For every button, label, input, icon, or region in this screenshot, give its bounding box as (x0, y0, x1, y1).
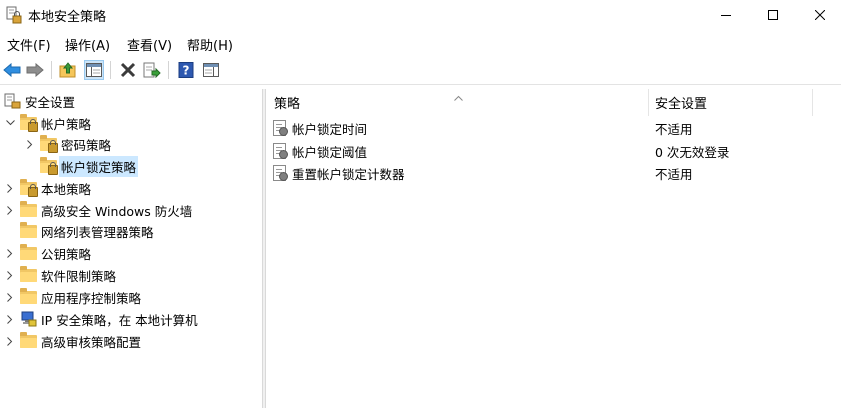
show-action-pane-icon[interactable] (201, 60, 221, 80)
policy-setting: 不适用 (655, 166, 693, 182)
column-divider[interactable] (648, 89, 649, 116)
menu-action[interactable]: 操作(A) (65, 35, 110, 54)
folder-icon (20, 244, 37, 261)
column-header-setting[interactable]: 安全设置 (655, 89, 707, 116)
tree-label: 本地策略 (41, 181, 92, 197)
security-settings-icon (4, 93, 21, 109)
back-arrow-icon[interactable] (2, 60, 22, 80)
tree-label: 高级审核策略配置 (41, 334, 142, 350)
svg-text:?: ? (183, 64, 190, 78)
security-policy-app-icon (6, 6, 22, 24)
column-header-policy[interactable]: 策略 (274, 89, 300, 116)
maximize-button[interactable] (750, 0, 796, 30)
policy-setting: 0 次无效登录 (655, 144, 730, 160)
tree-label: IP 安全策略，在 本地计算机 (41, 312, 198, 328)
folder-icon (20, 332, 37, 349)
tree-node-ipsec[interactable]: IP 安全策略，在 本地计算机 (4, 309, 198, 329)
menu-view[interactable]: 查看(V) (127, 35, 172, 54)
policy-document-icon (272, 120, 288, 136)
tree-label: 安全设置 (25, 94, 76, 110)
chevron-down-icon[interactable] (4, 117, 16, 129)
tree-label: 帐户策略 (41, 116, 92, 132)
delete-icon[interactable] (118, 60, 138, 80)
policy-document-icon (272, 165, 288, 181)
list-item[interactable]: 重置帐户锁定计数器 (272, 162, 405, 184)
window-title: 本地安全策略 (28, 10, 107, 25)
toolbar: ? (0, 56, 841, 85)
tree-node-network-list[interactable]: 网络列表管理器策略 (4, 221, 154, 241)
close-button[interactable] (797, 0, 841, 30)
folder-icon (20, 266, 37, 283)
chevron-right-icon[interactable] (4, 247, 16, 259)
tree-node-public-key[interactable]: 公钥策略 (4, 243, 91, 263)
tree-node-security-settings[interactable]: 安全设置 (4, 91, 75, 111)
tree-label: 软件限制策略 (41, 268, 117, 284)
tree-label: 高级安全 Windows 防火墙 (41, 203, 193, 219)
list-item[interactable]: 帐户锁定阈值 (272, 140, 367, 162)
help-icon[interactable]: ? (176, 60, 196, 80)
policy-list: 策略 安全设置 帐户锁定时间 不适用 帐户锁定阈值 0 次无效登录 重置帐户锁定… (266, 89, 841, 408)
tree-node-app-control[interactable]: 应用程序控制策略 (4, 287, 141, 307)
policy-name: 帐户锁定时间 (292, 121, 368, 137)
title-bar: 本地安全策略 (0, 0, 841, 30)
locked-folder-icon (20, 179, 38, 197)
tree-label: 帐户锁定策略 (59, 155, 139, 177)
toolbar-separator (110, 61, 111, 79)
tree-node-audit-policy[interactable]: 高级审核策略配置 (4, 331, 141, 351)
tree-label: 公钥策略 (41, 246, 92, 262)
ip-security-icon (20, 311, 37, 327)
up-folder-icon[interactable] (58, 60, 78, 80)
export-list-icon[interactable] (142, 60, 162, 80)
toolbar-separator (51, 61, 52, 79)
tree-node-local-policies[interactable]: 本地策略 (4, 178, 91, 198)
tree-node-firewall[interactable]: 高级安全 Windows 防火墙 (4, 200, 192, 220)
chevron-right-icon[interactable] (4, 182, 16, 194)
tree-node-account-policies[interactable]: 帐户策略 (4, 113, 91, 133)
minimize-button[interactable] (703, 0, 749, 30)
chevron-right-icon[interactable] (4, 313, 16, 325)
menu-bar: 文件(F) 操作(A) 查看(V) 帮助(H) (0, 32, 841, 54)
policy-name: 帐户锁定阈值 (292, 144, 368, 160)
forward-arrow-icon[interactable] (25, 60, 45, 80)
chevron-right-icon[interactable] (4, 269, 16, 281)
policy-setting: 不适用 (655, 121, 693, 137)
locked-folder-icon (40, 157, 58, 175)
menu-help[interactable]: 帮助(H) (187, 35, 233, 54)
chevron-right-icon[interactable] (4, 291, 16, 303)
tree-node-account-lockout-policy[interactable]: 帐户锁定策略 (24, 155, 139, 177)
locked-folder-icon (40, 135, 58, 153)
tree-node-password-policy[interactable]: 密码策略 (24, 134, 111, 154)
folder-icon (20, 201, 37, 218)
show-hide-tree-icon[interactable] (84, 60, 104, 80)
column-divider[interactable] (812, 89, 813, 116)
tree-label: 密码策略 (61, 137, 112, 153)
sort-up-icon (454, 89, 463, 104)
tree-pane: 安全设置 帐户策略 密码策略 帐户锁定策略 本地策略 高级安全 Windows … (0, 89, 262, 408)
folder-icon (20, 222, 37, 239)
chevron-right-icon[interactable] (4, 204, 16, 216)
tree-node-software-restriction[interactable]: 软件限制策略 (4, 265, 116, 285)
chevron-right-icon[interactable] (4, 335, 16, 347)
locked-folder-icon (20, 114, 38, 132)
toolbar-separator (168, 61, 169, 79)
policy-document-icon (272, 143, 288, 159)
tree-label: 网络列表管理器策略 (41, 224, 154, 240)
folder-icon (20, 288, 37, 305)
list-item[interactable]: 帐户锁定时间 (272, 117, 367, 139)
menu-file[interactable]: 文件(F) (7, 35, 51, 54)
policy-name: 重置帐户锁定计数器 (292, 166, 405, 182)
chevron-right-icon[interactable] (24, 138, 36, 150)
tree-label: 应用程序控制策略 (41, 290, 142, 306)
